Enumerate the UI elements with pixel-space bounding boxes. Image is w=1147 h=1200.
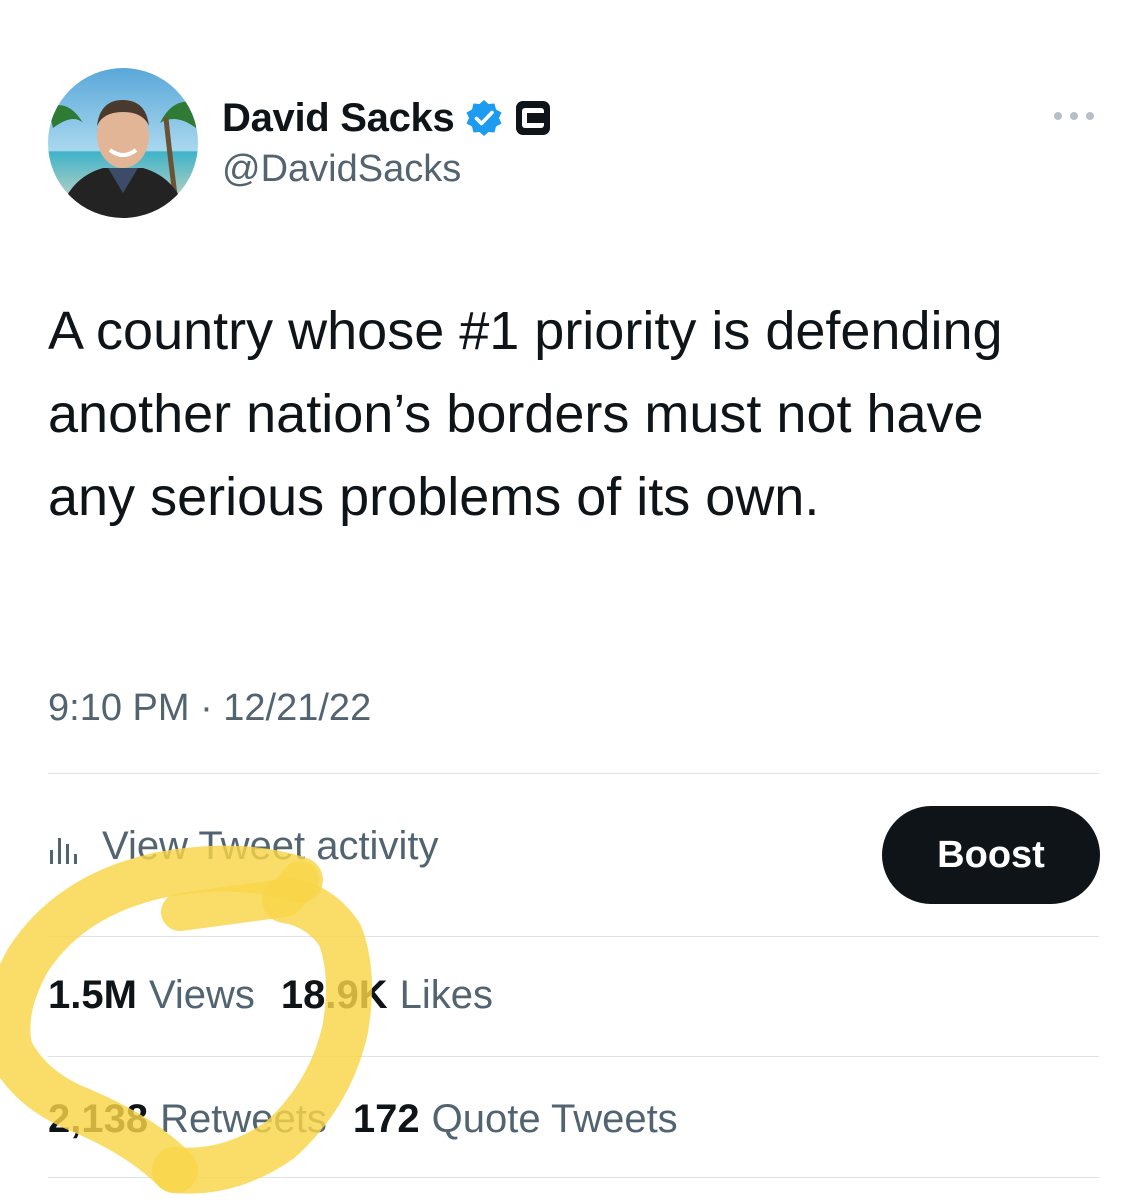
quote-tweets-count: 172 bbox=[352, 1097, 420, 1141]
likes-stat[interactable]: 18.9K Likes bbox=[281, 973, 493, 1018]
divider bbox=[48, 773, 1099, 774]
retweets-label: Retweets bbox=[160, 1097, 327, 1141]
view-tweet-activity-link[interactable]: View Tweet activity bbox=[48, 824, 438, 869]
profile-photo bbox=[48, 68, 198, 218]
views-count: 1.5M bbox=[48, 973, 137, 1017]
analytics-bars-icon bbox=[50, 837, 77, 864]
stats-row-views-likes: 1.5M Views 18.9K Likes bbox=[48, 973, 493, 1018]
avatar[interactable] bbox=[48, 68, 198, 218]
divider bbox=[48, 936, 1099, 937]
likes-count: 18.9K bbox=[280, 973, 388, 1017]
views-label: Views bbox=[148, 973, 255, 1017]
stats-row-retweets-quotes: 2,138 Retweets 172 Quote Tweets bbox=[48, 1097, 678, 1142]
verified-badge-icon bbox=[466, 100, 502, 136]
tweet-timestamp[interactable]: 9:10 PM · 12/21/22 bbox=[48, 687, 371, 730]
retweets-stat[interactable]: 2,138 Retweets bbox=[48, 1097, 327, 1142]
author-handle[interactable]: @DavidSacks bbox=[222, 148, 461, 191]
affiliate-c-badge-icon[interactable] bbox=[514, 99, 552, 137]
quote-tweets-stat[interactable]: 172 Quote Tweets bbox=[353, 1097, 678, 1142]
likes-label: Likes bbox=[399, 973, 494, 1017]
views-stat: 1.5M Views bbox=[48, 973, 255, 1018]
divider bbox=[48, 1056, 1099, 1057]
divider bbox=[48, 1177, 1099, 1178]
boost-button[interactable]: Boost bbox=[882, 806, 1100, 904]
tweet-text: A country whose #1 priority is defending… bbox=[48, 301, 1003, 527]
quote-tweets-label: Quote Tweets bbox=[431, 1097, 678, 1141]
author-name[interactable]: David Sacks bbox=[222, 96, 455, 141]
author-name-row: David Sacks bbox=[222, 94, 552, 142]
more-options-icon[interactable] bbox=[1050, 106, 1098, 126]
view-tweet-activity-label: View Tweet activity bbox=[102, 824, 439, 868]
retweets-count: 2,138 bbox=[48, 1097, 149, 1141]
